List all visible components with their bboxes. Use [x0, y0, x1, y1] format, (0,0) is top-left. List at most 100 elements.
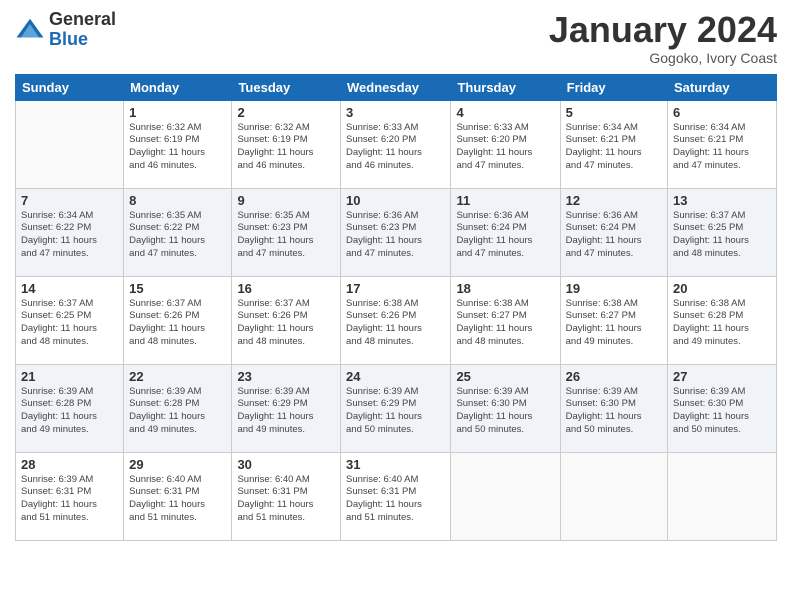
table-row: 18Sunrise: 6:38 AM Sunset: 6:27 PM Dayli…	[451, 276, 560, 364]
day-number: 16	[237, 281, 335, 296]
day-number: 17	[346, 281, 445, 296]
calendar-week-row: 21 Sunrise: 6:39 AM Sunset: 6:28 PM Dayli…	[16, 364, 777, 452]
day-info: Sunrise: 6:38 AM Sunset: 6:27 PM Dayligh…	[566, 298, 662, 349]
day-info: Sunrise: 6:34 AM Sunset: 6:21 PM Dayligh…	[673, 122, 771, 173]
header-tuesday: Tuesday	[232, 74, 341, 100]
day-info: Sunrise: 6:34 AM Sunset: 6:21 PM Dayligh…	[566, 122, 662, 173]
page: General Blue January 2024 Gogoko, Ivory …	[0, 0, 792, 612]
day-info: Sunrise: 6:37 AM Sunset: 6:26 PM Dayligh…	[237, 298, 335, 349]
day-info: Sunrise: 6:39 AM Sunset: 6:30 PM Dayligh…	[566, 386, 662, 437]
day-number: 3	[346, 105, 445, 120]
header-friday: Friday	[560, 74, 667, 100]
table-row: 30Sunrise: 6:40 AM Sunset: 6:31 PM Dayli…	[232, 452, 341, 540]
logo-icon	[15, 15, 45, 45]
location-subtitle: Gogoko, Ivory Coast	[549, 50, 777, 66]
table-row: 14 Sunrise: 6:37 AM Sunset: 6:25 PM Dayli…	[16, 276, 124, 364]
day-info: Sunrise: 6:33 AM Sunset: 6:20 PM Dayligh…	[346, 122, 445, 173]
day-number: 4	[456, 105, 554, 120]
day-info: Sunrise: 6:35 AM Sunset: 6:23 PM Dayligh…	[237, 210, 335, 261]
day-info: Sunrise: 6:39 AM Sunset: 6:30 PM Dayligh…	[456, 386, 554, 437]
day-number: 21	[21, 369, 118, 384]
table-row: 26 Sunrise: 6:39 AM Sunset: 6:30 PM Dayli…	[560, 364, 667, 452]
month-title: January 2024	[549, 10, 777, 50]
day-number: 7	[21, 193, 118, 208]
day-number: 8	[129, 193, 226, 208]
day-number: 25	[456, 369, 554, 384]
day-number: 12	[566, 193, 662, 208]
header: General Blue January 2024 Gogoko, Ivory …	[15, 10, 777, 66]
header-thursday: Thursday	[451, 74, 560, 100]
day-number: 28	[21, 457, 118, 472]
table-row: 1 Sunrise: 6:32 AM Sunset: 6:19 PM Daylig…	[124, 100, 232, 188]
table-row: 15 Sunrise: 6:37 AM Sunset: 6:26 PM Dayli…	[124, 276, 232, 364]
table-row: 29Sunrise: 6:40 AM Sunset: 6:31 PM Dayli…	[124, 452, 232, 540]
day-info: Sunrise: 6:39 AM Sunset: 6:31 PM Dayligh…	[21, 474, 118, 525]
day-number: 26	[566, 369, 662, 384]
calendar-body: 1 Sunrise: 6:32 AM Sunset: 6:19 PM Daylig…	[16, 100, 777, 540]
table-row: 22Sunrise: 6:39 AM Sunset: 6:28 PM Dayli…	[124, 364, 232, 452]
table-row: 27 Sunrise: 6:39 AM Sunset: 6:30 PM Dayli…	[668, 364, 777, 452]
table-row: 19 Sunrise: 6:38 AM Sunset: 6:27 PM Dayli…	[560, 276, 667, 364]
day-number: 15	[129, 281, 226, 296]
day-info: Sunrise: 6:39 AM Sunset: 6:30 PM Dayligh…	[673, 386, 771, 437]
day-info: Sunrise: 6:36 AM Sunset: 6:23 PM Dayligh…	[346, 210, 445, 261]
logo: General Blue	[15, 10, 116, 50]
day-number: 11	[456, 193, 554, 208]
day-info: Sunrise: 6:36 AM Sunset: 6:24 PM Dayligh…	[456, 210, 554, 261]
table-row: 7 Sunrise: 6:34 AM Sunset: 6:22 PM Daylig…	[16, 188, 124, 276]
day-info: Sunrise: 6:37 AM Sunset: 6:26 PM Dayligh…	[129, 298, 226, 349]
day-number: 6	[673, 105, 771, 120]
table-row: 3 Sunrise: 6:33 AM Sunset: 6:20 PM Daylig…	[341, 100, 451, 188]
day-info: Sunrise: 6:38 AM Sunset: 6:26 PM Dayligh…	[346, 298, 445, 349]
table-row: 6 Sunrise: 6:34 AM Sunset: 6:21 PM Daylig…	[668, 100, 777, 188]
table-row	[668, 452, 777, 540]
table-row: 31Sunrise: 6:40 AM Sunset: 6:31 PM Dayli…	[341, 452, 451, 540]
day-info: Sunrise: 6:36 AM Sunset: 6:24 PM Dayligh…	[566, 210, 662, 261]
logo-general: General	[49, 10, 116, 30]
day-number: 22	[129, 369, 226, 384]
day-info: Sunrise: 6:35 AM Sunset: 6:22 PM Dayligh…	[129, 210, 226, 261]
day-number: 18	[456, 281, 554, 296]
day-number: 23	[237, 369, 335, 384]
header-sunday: Sunday	[16, 74, 124, 100]
calendar-header-row: Sunday Monday Tuesday Wednesday Thursday…	[16, 74, 777, 100]
day-number: 27	[673, 369, 771, 384]
day-info: Sunrise: 6:38 AM Sunset: 6:28 PM Dayligh…	[673, 298, 771, 349]
calendar-week-row: 28 Sunrise: 6:39 AM Sunset: 6:31 PM Dayli…	[16, 452, 777, 540]
day-number: 19	[566, 281, 662, 296]
day-number: 1	[129, 105, 226, 120]
header-saturday: Saturday	[668, 74, 777, 100]
table-row: 2Sunrise: 6:32 AM Sunset: 6:19 PM Daylig…	[232, 100, 341, 188]
day-info: Sunrise: 6:32 AM Sunset: 6:19 PM Dayligh…	[129, 122, 226, 173]
day-info: Sunrise: 6:33 AM Sunset: 6:20 PM Dayligh…	[456, 122, 554, 173]
calendar-week-row: 7 Sunrise: 6:34 AM Sunset: 6:22 PM Daylig…	[16, 188, 777, 276]
day-number: 9	[237, 193, 335, 208]
table-row: 25 Sunrise: 6:39 AM Sunset: 6:30 PM Dayli…	[451, 364, 560, 452]
day-number: 13	[673, 193, 771, 208]
day-number: 14	[21, 281, 118, 296]
calendar-week-row: 14 Sunrise: 6:37 AM Sunset: 6:25 PM Dayli…	[16, 276, 777, 364]
day-info: Sunrise: 6:39 AM Sunset: 6:29 PM Dayligh…	[346, 386, 445, 437]
calendar-table: Sunday Monday Tuesday Wednesday Thursday…	[15, 74, 777, 541]
title-block: January 2024 Gogoko, Ivory Coast	[549, 10, 777, 66]
day-number: 10	[346, 193, 445, 208]
table-row: 16 Sunrise: 6:37 AM Sunset: 6:26 PM Dayli…	[232, 276, 341, 364]
table-row: 28 Sunrise: 6:39 AM Sunset: 6:31 PM Dayli…	[16, 452, 124, 540]
table-row: 4 Sunrise: 6:33 AM Sunset: 6:20 PM Daylig…	[451, 100, 560, 188]
day-number: 29	[129, 457, 226, 472]
logo-text: General Blue	[49, 10, 116, 50]
table-row	[16, 100, 124, 188]
day-info: Sunrise: 6:34 AM Sunset: 6:22 PM Dayligh…	[21, 210, 118, 261]
table-row: 13 Sunrise: 6:37 AM Sunset: 6:25 PM Dayli…	[668, 188, 777, 276]
table-row: 17 Sunrise: 6:38 AM Sunset: 6:26 PM Dayli…	[341, 276, 451, 364]
table-row: 5 Sunrise: 6:34 AM Sunset: 6:21 PM Daylig…	[560, 100, 667, 188]
day-number: 5	[566, 105, 662, 120]
day-info: Sunrise: 6:40 AM Sunset: 6:31 PM Dayligh…	[237, 474, 335, 525]
day-info: Sunrise: 6:39 AM Sunset: 6:28 PM Dayligh…	[21, 386, 118, 437]
table-row: 11 Sunrise: 6:36 AM Sunset: 6:24 PM Dayli…	[451, 188, 560, 276]
calendar-week-row: 1 Sunrise: 6:32 AM Sunset: 6:19 PM Daylig…	[16, 100, 777, 188]
day-info: Sunrise: 6:37 AM Sunset: 6:25 PM Dayligh…	[673, 210, 771, 261]
table-row	[451, 452, 560, 540]
header-monday: Monday	[124, 74, 232, 100]
day-info: Sunrise: 6:37 AM Sunset: 6:25 PM Dayligh…	[21, 298, 118, 349]
